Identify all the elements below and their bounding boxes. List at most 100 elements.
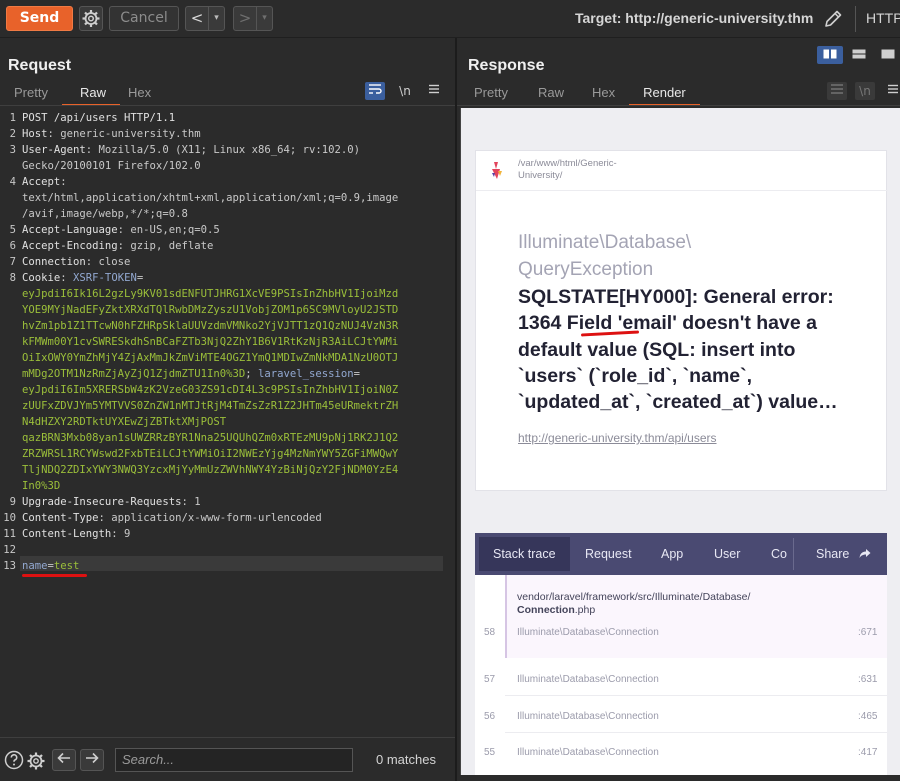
editor-line[interactable]: OiIxOWY0YmZhMjY4ZjAxMmJkZmViMTE4OGZ1YmQ1… bbox=[0, 352, 455, 368]
tab-raw[interactable]: Raw bbox=[522, 84, 578, 106]
code-token: Content-Length bbox=[22, 528, 112, 540]
editor-line[interactable]: In0%3D bbox=[0, 480, 455, 496]
editor-line[interactable]: 9 Upgrade-Insecure-Requests: 1 bbox=[0, 496, 455, 512]
editor-line[interactable]: N4dHZXY2RDTktUYXEwZjZBTktXMjPOST bbox=[0, 416, 455, 432]
http-version-label[interactable]: HTTP bbox=[866, 10, 900, 26]
editor-line[interactable]: zUUFxZDVJYm5YMTVVS0ZnZW1nMTJtRjM4TmZsZzR… bbox=[0, 400, 455, 416]
code-token: Accept-Language bbox=[22, 224, 118, 236]
tab-pretty[interactable]: Pretty bbox=[0, 84, 62, 106]
gear-icon[interactable] bbox=[79, 6, 103, 31]
back-history-dropdown[interactable]: ▾ bbox=[208, 7, 224, 30]
code-token: Upgrade-Insecure-Requests bbox=[22, 496, 182, 508]
editor-line[interactable]: 7 Connection: close bbox=[0, 256, 455, 272]
forward-button[interactable]: > bbox=[234, 7, 256, 30]
tab-context[interactable]: Co bbox=[771, 533, 789, 575]
cancel-button[interactable]: Cancel bbox=[109, 6, 179, 31]
code-token: = bbox=[353, 368, 361, 380]
editor-line[interactable]: ZRZWRSL1RCYWswd2FxbTEiLCJtYWMiOiI2NWEzYj… bbox=[0, 448, 455, 464]
rendered-page[interactable]: /var/www/html/Generic- University/ Illum… bbox=[460, 108, 900, 775]
request-url-link[interactable]: http://generic-university.thm/api/users bbox=[518, 431, 717, 445]
editor-line[interactable]: 11 Content-Length: 9 bbox=[0, 528, 455, 544]
editor-line[interactable]: hvZm1pb1Z1TTcwN0hFZHRpSklaUUVzdmVMNko2Yj… bbox=[0, 320, 455, 336]
tab-stack-trace[interactable]: Stack trace bbox=[479, 537, 570, 571]
editor-line[interactable]: 5 Accept-Language: en-US,en;q=0.5 bbox=[0, 224, 455, 240]
line-code: Accept: bbox=[22, 176, 442, 188]
editor-line[interactable]: 2 Host: generic-university.thm bbox=[0, 128, 455, 144]
editor-line[interactable]: YOE9MYjNadEFyZktXRXdTQlRwbDMzZyszU1VobjZ… bbox=[0, 304, 455, 320]
single-view-icon[interactable] bbox=[875, 46, 900, 64]
code-token: ; bbox=[245, 368, 258, 380]
menu-icon[interactable] bbox=[883, 82, 900, 100]
tab-request[interactable]: Request bbox=[585, 533, 632, 575]
help-icon[interactable] bbox=[4, 750, 24, 770]
stacked-view-icon[interactable] bbox=[846, 46, 872, 64]
code-token: Cookie bbox=[22, 272, 61, 284]
editor-line[interactable]: qazBRN3Mxb08yan1sUWZRRzBYR1Nna25UQUhQZm0… bbox=[0, 432, 455, 448]
stack-frame-row[interactable]: 55 Illuminate\Database\Connection :417 bbox=[475, 747, 887, 775]
frame-class: Illuminate\Database\Connection bbox=[517, 747, 659, 758]
frame-divider bbox=[505, 695, 887, 696]
code-token: : gzip, deflate bbox=[117, 240, 214, 252]
split-view-icon[interactable] bbox=[817, 46, 843, 64]
word-wrap-icon[interactable] bbox=[827, 82, 847, 100]
search-input[interactable]: Search... bbox=[115, 748, 353, 772]
frame-number: 57 bbox=[484, 674, 496, 685]
tab-user[interactable]: User bbox=[714, 533, 740, 575]
code-token: POST /api/users HTTP/1.1 bbox=[22, 112, 176, 124]
forward-history-dropdown[interactable]: ▾ bbox=[256, 7, 272, 30]
match-count: 0 matches bbox=[376, 752, 436, 767]
code-token: : en-US,en;q=0.5 bbox=[117, 224, 220, 236]
exception-message-line: SQLSTATE[HY000]: General error: bbox=[518, 286, 834, 308]
editor-line[interactable]: 4 Accept: bbox=[0, 176, 455, 192]
line-code: eyJpdiI6Im5XRERSbW4zK2VzeG03ZS91cDI4L3c9… bbox=[22, 384, 442, 396]
editor-line[interactable]: 10 Content-Type: application/x-www-form-u… bbox=[0, 512, 455, 528]
code-token: eyJpdiI6Im5XRERSbW4zK2VzeG03ZS91cDI4L3c9… bbox=[22, 384, 399, 396]
stack-frame-row[interactable]: 57 Illuminate\Database\Connection :631 bbox=[475, 674, 887, 711]
response-panel: Response Pretty Raw Hex Render \n /var/w… bbox=[457, 38, 900, 781]
code-token: qazBRN3Mxb08yan1sUWZRRzBYR1Nna25UQUhQZm0… bbox=[22, 432, 399, 444]
editor-line[interactable]: eyJpdiI6Im5XRERSbW4zK2VzeG03ZS91cDI4L3c9… bbox=[0, 384, 455, 400]
tab-app[interactable]: App bbox=[661, 533, 683, 575]
line-code: /avif,image/webp,*/*;q=0.8 bbox=[22, 208, 442, 220]
menu-icon[interactable] bbox=[424, 82, 444, 100]
back-button[interactable]: < bbox=[186, 7, 208, 30]
editor-line[interactable]: text/html,application/xhtml+xml,applicat… bbox=[0, 192, 455, 208]
send-button[interactable]: Send bbox=[6, 6, 73, 31]
tab-pretty[interactable]: Pretty bbox=[460, 84, 522, 106]
editor-line[interactable]: Gecko/20100101 Firefox/102.0 bbox=[0, 160, 455, 176]
newline-toggle-icon[interactable]: \n bbox=[855, 82, 875, 100]
editor-line[interactable]: kFMWm00Y1cvSWRESkdhSnBCaFZTb3NjQ2ZhY1B6V… bbox=[0, 336, 455, 352]
previous-match-button[interactable] bbox=[52, 749, 76, 771]
editor-line[interactable]: 1 POST /api/users HTTP/1.1 bbox=[0, 112, 455, 128]
tab-raw[interactable]: Raw bbox=[61, 84, 120, 106]
stack-frame-row[interactable]: 56 Illuminate\Database\Connection :465 bbox=[475, 711, 887, 748]
editor-line[interactable]: 12 bbox=[0, 544, 455, 560]
editor-line[interactable]: 8 Cookie: XSRF-TOKEN= bbox=[0, 272, 455, 288]
line-code: In0%3D bbox=[22, 480, 442, 492]
word-wrap-icon[interactable] bbox=[365, 82, 385, 100]
editor-line[interactable]: 3 User-Agent: Mozilla/5.0 (X11; Linux x86… bbox=[0, 144, 455, 160]
code-token: Accept bbox=[22, 176, 61, 188]
settings-gear-icon[interactable] bbox=[25, 750, 45, 770]
ignition-logo-icon bbox=[492, 162, 502, 179]
tab-render[interactable]: Render bbox=[629, 84, 700, 106]
editor-line[interactable]: TljNDQ2ZDIxYWY3NWQ3YzcxMjYyMmUzZWVhNWY4Y… bbox=[0, 464, 455, 480]
editor-line[interactable]: 6 Accept-Encoding: gzip, deflate bbox=[0, 240, 455, 256]
next-match-button[interactable] bbox=[80, 749, 104, 771]
tab-separator bbox=[793, 538, 794, 570]
frame-class: Illuminate\Database\Connection bbox=[517, 674, 659, 685]
tab-hex[interactable]: Hex bbox=[578, 84, 629, 106]
request-editor[interactable]: 1 POST /api/users HTTP/1.1 2 Host: generic-… bbox=[0, 108, 455, 744]
stack-frame-row[interactable]: 58 Illuminate\Database\Connection :671 bbox=[475, 627, 887, 664]
editor-line[interactable]: /avif,image/webp,*/*;q=0.8 bbox=[0, 208, 455, 224]
editor-line[interactable]: mMDg2OTM1NzRmZjAyZjQ1ZjdmZTU1In0%3D; lar… bbox=[0, 368, 455, 384]
newline-toggle-icon[interactable]: \n bbox=[395, 82, 415, 100]
editor-line[interactable]: eyJpdiI6Ik16L2gzLy9KV01sdENFUTJHRG1XcVE9… bbox=[0, 288, 455, 304]
toolbar-separator bbox=[855, 6, 856, 32]
code-token: : application/x-www-form-urlencoded bbox=[98, 512, 322, 524]
line-code: mMDg2OTM1NzRmZjAyZjQ1ZjdmZTU1In0%3D; lar… bbox=[22, 368, 442, 380]
tab-hex[interactable]: Hex bbox=[120, 84, 159, 106]
share-button[interactable]: Share bbox=[816, 533, 871, 575]
line-code: OiIxOWY0YmZhMjY4ZjAxMmJkZmViMTE4OGZ1YmQ1… bbox=[22, 352, 442, 364]
pencil-icon[interactable] bbox=[822, 8, 844, 30]
